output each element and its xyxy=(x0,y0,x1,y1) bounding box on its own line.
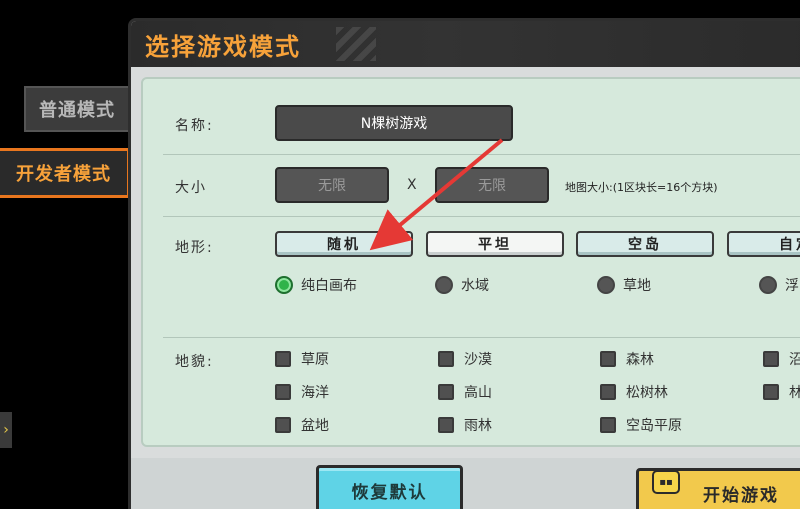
landform-rainforest[interactable]: 雨林 xyxy=(438,415,492,435)
checkbox-icon xyxy=(763,384,779,400)
radio-icon xyxy=(597,276,615,294)
checkbox-label: 盆地 xyxy=(301,418,329,434)
checkbox-icon xyxy=(600,384,616,400)
checkbox-label: 森林 xyxy=(626,352,654,368)
checkbox-label: 沼 xyxy=(789,349,800,369)
settings-panel: 名称: N棵树游戏 大小 无限 X 无限 地图大小:(1区块长=16个方块) 地… xyxy=(141,77,800,447)
mode-select-dialog: 选择游戏模式 名称: N棵树游戏 大小 无限 X 无限 地图大小:(1区块长=1… xyxy=(128,18,800,509)
tab-developer-mode[interactable]: 开发者模式 xyxy=(0,148,130,198)
name-label: 名称: xyxy=(175,118,214,134)
terrain-skyisland-button[interactable]: 空岛 xyxy=(576,231,714,257)
checkbox-label: 高山 xyxy=(464,385,492,401)
landform-label: 地貌: xyxy=(175,354,214,370)
radio-selected-icon xyxy=(275,276,293,294)
size-label: 大小 xyxy=(175,180,207,196)
checkbox-label: 空岛平原 xyxy=(626,418,682,434)
header-stripes xyxy=(336,27,376,61)
landform-skyisland-plain[interactable]: 空岛平原 xyxy=(600,415,682,435)
checkbox-label: 林 xyxy=(789,382,800,402)
option-label: 纯白画布 xyxy=(301,278,357,294)
tab-normal-mode[interactable]: 普通模式 xyxy=(24,86,128,132)
landform-ocean[interactable]: 海洋 xyxy=(275,382,329,402)
landform-forest[interactable]: 森林 xyxy=(600,349,654,369)
gamepad-icon: ▪▪ xyxy=(652,470,680,494)
chevron-right-icon[interactable]: › xyxy=(0,412,12,448)
terrain-option-blank[interactable]: 纯白画布 xyxy=(275,275,357,295)
size-hint: 地图大小:(1区块长=16个方块) xyxy=(565,181,718,194)
checkbox-label: 沙漠 xyxy=(464,352,492,368)
checkbox-icon xyxy=(600,351,616,367)
width-input[interactable]: 无限 xyxy=(275,167,389,203)
option-label: 水域 xyxy=(461,278,489,294)
height-input[interactable]: 无限 xyxy=(435,167,549,203)
terrain-custom-button[interactable]: 自定 xyxy=(727,231,800,257)
terrain-flat-button[interactable]: 平坦 xyxy=(426,231,564,257)
landform-woods[interactable]: 林 xyxy=(763,382,800,402)
terrain-option-water[interactable]: 水域 xyxy=(435,275,489,295)
option-label: 浮 xyxy=(785,278,799,294)
landform-desert[interactable]: 沙漠 xyxy=(438,349,492,369)
start-game-label: 开始游戏 xyxy=(703,485,779,506)
landform-mountain[interactable]: 高山 xyxy=(438,382,492,402)
checkbox-label: 雨林 xyxy=(464,418,492,434)
terrain-random-button[interactable]: 随机 xyxy=(275,231,413,257)
checkbox-label: 松树林 xyxy=(626,385,668,401)
checkbox-icon xyxy=(275,417,291,433)
checkbox-label: 海洋 xyxy=(301,385,329,401)
landform-pine-forest[interactable]: 松树林 xyxy=(600,382,668,402)
landform-basin[interactable]: 盆地 xyxy=(275,415,329,435)
checkbox-icon xyxy=(275,384,291,400)
divider xyxy=(163,337,800,338)
option-label: 草地 xyxy=(623,278,651,294)
divider xyxy=(163,216,800,217)
radio-icon xyxy=(435,276,453,294)
checkbox-label: 草原 xyxy=(301,352,329,368)
checkbox-icon xyxy=(438,351,454,367)
reset-default-button[interactable]: 恢复默认 xyxy=(316,465,463,509)
terrain-option-float[interactable]: 浮 xyxy=(759,275,799,295)
terrain-option-grass[interactable]: 草地 xyxy=(597,275,651,295)
checkbox-icon xyxy=(600,417,616,433)
checkbox-icon xyxy=(438,417,454,433)
checkbox-icon xyxy=(438,384,454,400)
landform-grassland[interactable]: 草原 xyxy=(275,349,329,369)
checkbox-icon xyxy=(275,351,291,367)
terrain-label: 地形: xyxy=(175,240,214,256)
dialog-title: 选择游戏模式 xyxy=(145,33,301,61)
dialog-header: 选择游戏模式 xyxy=(131,21,800,67)
checkbox-icon xyxy=(763,351,779,367)
size-separator: X xyxy=(407,177,417,193)
name-input[interactable]: N棵树游戏 xyxy=(275,105,513,141)
divider xyxy=(163,154,800,155)
radio-icon xyxy=(759,276,777,294)
landform-swamp[interactable]: 沼 xyxy=(763,349,800,369)
